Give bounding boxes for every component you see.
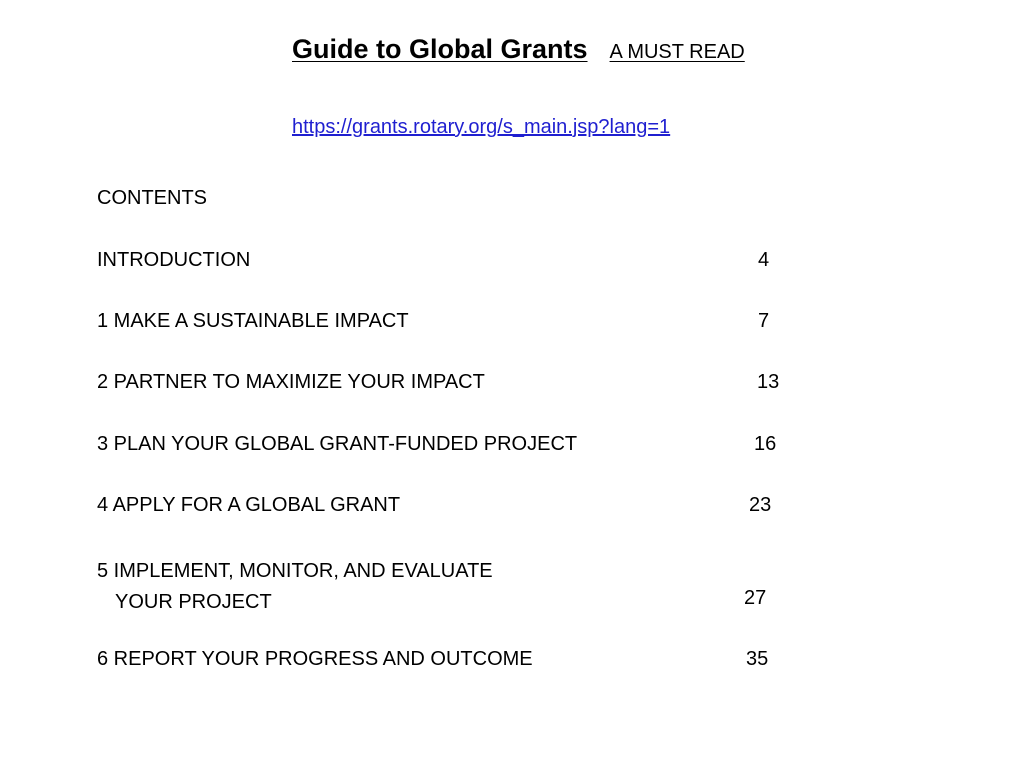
toc-entry-title: INTRODUCTION xyxy=(97,249,251,271)
toc-entry-title-line1: 5 IMPLEMENT, MONITOR, AND EVALUATE xyxy=(97,560,493,582)
toc-entry-title-line2: YOUR PROJECT xyxy=(115,591,272,613)
toc-entry-page: 16 xyxy=(754,433,777,455)
toc-entry-title: 3 PLAN YOUR GLOBAL GRANT-FUNDED PROJECT xyxy=(97,433,578,455)
contents-heading: CONTENTS xyxy=(97,187,207,209)
grants-link[interactable]: https://grants.rotary.org/s_main.jsp?lan… xyxy=(292,116,670,139)
toc-entry-page: 4 xyxy=(758,249,770,271)
page-subtitle: A MUST READ xyxy=(609,41,745,63)
toc-entry-title: 5 IMPLEMENT, MONITOR, AND EVALUATE YOUR … xyxy=(97,556,493,618)
toc-entry-page: 35 xyxy=(746,648,769,670)
toc-entry-page: 13 xyxy=(757,371,780,393)
toc-entry-title: 6 REPORT YOUR PROGRESS AND OUTCOME xyxy=(97,648,533,670)
slide: Guide to Global Grants A MUST READ https:… xyxy=(0,0,1024,768)
toc-entry-title: 4 APPLY FOR A GLOBAL GRANT xyxy=(97,494,401,516)
toc-entry-page: 27 xyxy=(744,587,767,609)
page-title: Guide to Global Grants xyxy=(292,34,588,64)
toc-entry-title: 1 MAKE A SUSTAINABLE IMPACT xyxy=(97,310,409,332)
toc-entry-page: 23 xyxy=(749,494,772,516)
toc-entry-page: 7 xyxy=(758,310,770,332)
title-line: Guide to Global Grants A MUST READ xyxy=(292,34,745,65)
toc-entry-title: 2 PARTNER TO MAXIMIZE YOUR IMPACT xyxy=(97,371,485,393)
